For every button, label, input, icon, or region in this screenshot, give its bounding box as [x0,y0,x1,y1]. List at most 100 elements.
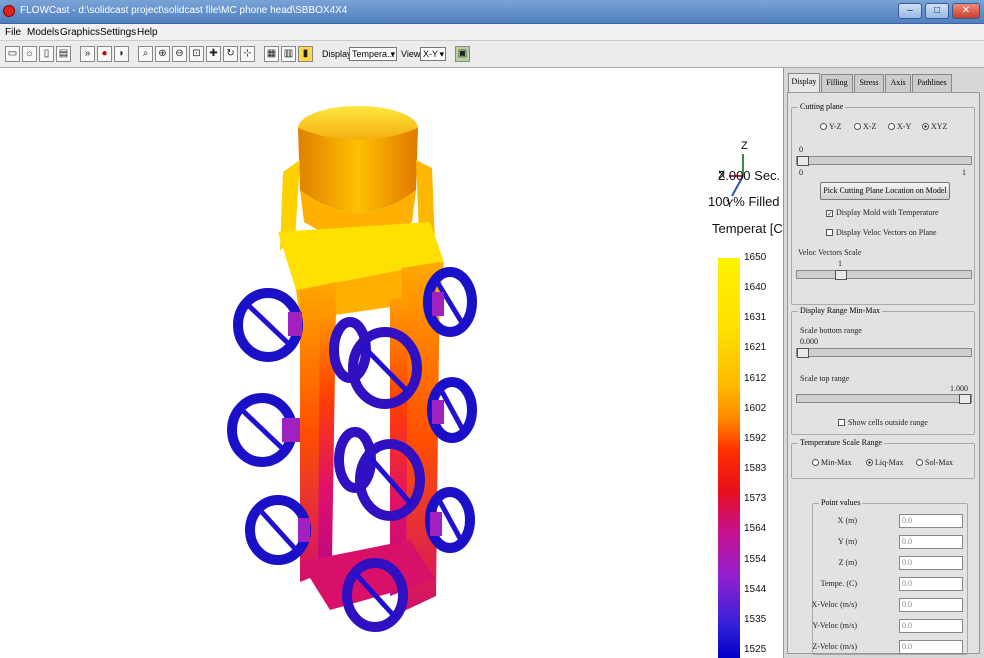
radio-xz-label: X-Z [863,122,877,131]
scale-bottom-slider[interactable] [796,348,972,358]
temperature-scale-title: Temperature Scale Range [798,438,885,447]
scale-top-thumb[interactable] [959,394,971,404]
radio-xy[interactable]: X-Y [888,122,911,131]
legend-tick-label: 1631 [744,312,767,324]
point-value-field[interactable]: 0.0 [899,619,963,633]
radio-yz-icon [820,123,827,130]
radio-yz[interactable]: Y-Z [820,122,841,131]
point-value-field[interactable]: 0.0 [899,640,963,654]
point-value-label: Tempe. (C) [820,579,857,588]
display-range-title: Display Range Min-Max [798,306,882,315]
tab-axis[interactable]: Axis [885,74,911,92]
legend-tick-label: 1583 [744,463,767,475]
point-value-field[interactable]: 0.0 [899,535,963,549]
save-image-icon[interactable]: ▥ [281,46,296,62]
legend-tick-label: 1525 [744,644,767,655]
show-cells-label: Show cells outside range [848,418,928,427]
zoom-fit-icon[interactable]: ⊡ [189,46,204,62]
display-veloc-checkbox[interactable]: Display Veloc Vectors on Plane [826,228,937,237]
point-value-label: Z (m) [838,558,857,567]
radio-min-max[interactable]: Min-Max [812,458,852,467]
tab-filling[interactable]: Filling [821,74,853,92]
legend-tick-label: 1602 [744,402,767,414]
menu-models[interactable]: Models [27,27,59,38]
legend-tick-label: 1554 [744,553,767,565]
export-icon[interactable]: ▣ [455,46,470,62]
display-veloc-check-icon [826,229,833,236]
scale-top-slider[interactable] [796,394,972,404]
save-file-icon[interactable]: ▤ [56,46,71,62]
open-file-icon[interactable]: ▯ [39,46,54,62]
veloc-scale-slider[interactable] [796,270,972,280]
show-cells-checkbox[interactable]: Show cells outside range [838,418,928,427]
3d-viewport[interactable]: Z X Y [0,68,783,658]
display-tab-body: Cutting plane Y-Z X-Z X-Y XYZ 0 0 1 Pick… [787,92,980,655]
menu-help[interactable]: Help [137,27,158,38]
color-scale-icon[interactable]: ▮ [298,46,313,62]
radio-xz[interactable]: X-Z [854,122,876,131]
menu-file[interactable]: File [5,27,21,38]
scale-bottom-thumb[interactable] [797,348,809,358]
move-icon[interactable]: ✚ [206,46,221,62]
control-panel: Display Filling Stress Axis Pathlines Cu… [783,68,984,658]
radio-liq-max-icon [866,459,873,466]
tab-display[interactable]: Display [788,73,820,93]
menu-graphics[interactable]: Graphics [60,27,100,38]
show-cells-check-icon [838,419,845,426]
pick-cutting-plane-button[interactable]: Pick Cutting Plane Location on Model [820,182,950,200]
new-file-icon[interactable]: ▭ [5,46,20,62]
display-veloc-label: Display Veloc Vectors on Plane [836,228,937,237]
display-select[interactable]: Tempera... [349,47,397,61]
cutting-slider-max: 1 [962,168,966,177]
cutting-slider-value: 0 [799,145,803,154]
point-values-group: Point values X (m) 0.0 Y (m) 0.0 Z (m) 0.0 Tem… [811,498,968,655]
tab-stress[interactable]: Stress [854,74,884,92]
display-mold-check-icon: ✓ [826,210,833,218]
legend-tick-label: 1564 [744,523,767,535]
view-select[interactable]: X-Y [420,47,446,61]
point-value-label: Z-Veloc (m/s) [812,642,857,651]
point-value-field[interactable]: 0.0 [899,514,963,528]
tab-pathlines[interactable]: Pathlines [912,74,952,92]
sim-filled: 100 % Filled [708,194,780,209]
display-mold-checkbox[interactable]: ✓ Display Mold with Temperature [826,208,939,218]
cutting-slider-thumb[interactable] [797,156,809,166]
radio-liq-max[interactable]: Liq-Max [866,458,903,467]
radio-xyz[interactable]: XYZ [922,122,947,131]
zoom-icon[interactable]: ⌕ [138,46,153,62]
cutting-slider-min: 0 [799,168,803,177]
radio-min-max-icon [812,459,819,466]
veloc-slider-thumb[interactable] [835,270,847,280]
radio-sol-max-label: Sol-Max [925,458,953,467]
toolbar: ▭ ☼ ▯ ▤ » ● ◗ ⌕ ⊕ ⊖ ⊡ ✚ ↻ ⊹ ▦ ▥ ▮ Displa… [0,41,984,68]
zoom-in-icon[interactable]: ⊕ [155,46,170,62]
rotate-icon[interactable]: ↻ [223,46,238,62]
step-icon[interactable]: ◗ [114,46,129,62]
radio-xy-icon [888,123,895,130]
radio-liq-max-label: Liq-Max [875,458,904,467]
cutting-plane-slider[interactable] [796,156,972,166]
bulb-icon[interactable]: ☼ [22,46,37,62]
radio-xz-icon [854,123,861,130]
fast-forward-icon[interactable]: » [80,46,95,62]
legend-tick-label: 1621 [744,342,767,354]
app-logo-icon [3,5,15,17]
minimize-button[interactable]: – [898,3,922,19]
record-icon[interactable]: ● [97,46,112,62]
close-button[interactable]: ✕ [952,3,980,19]
point-value-label: Y (m) [837,537,857,546]
point-value-field[interactable]: 0.0 [899,556,963,570]
scale-top-label: Scale top range [800,374,850,383]
legend-tick-label: 1573 [744,493,767,505]
maximize-button[interactable]: □ [925,3,949,19]
display-mold-label: Display Mold with Temperature [836,208,939,217]
point-value-field[interactable]: 0.0 [899,598,963,612]
radio-sol-max[interactable]: Sol-Max [916,458,953,467]
veloc-scale-label: Veloc Vectors Scale [798,248,862,257]
print-icon[interactable]: ▦ [264,46,279,62]
zoom-out-icon[interactable]: ⊖ [172,46,187,62]
menu-settings[interactable]: Settings [100,27,136,38]
point-value-field[interactable]: 0.0 [899,577,963,591]
point-values-title: Point values [819,498,863,507]
axis-icon[interactable]: ⊹ [240,46,255,62]
